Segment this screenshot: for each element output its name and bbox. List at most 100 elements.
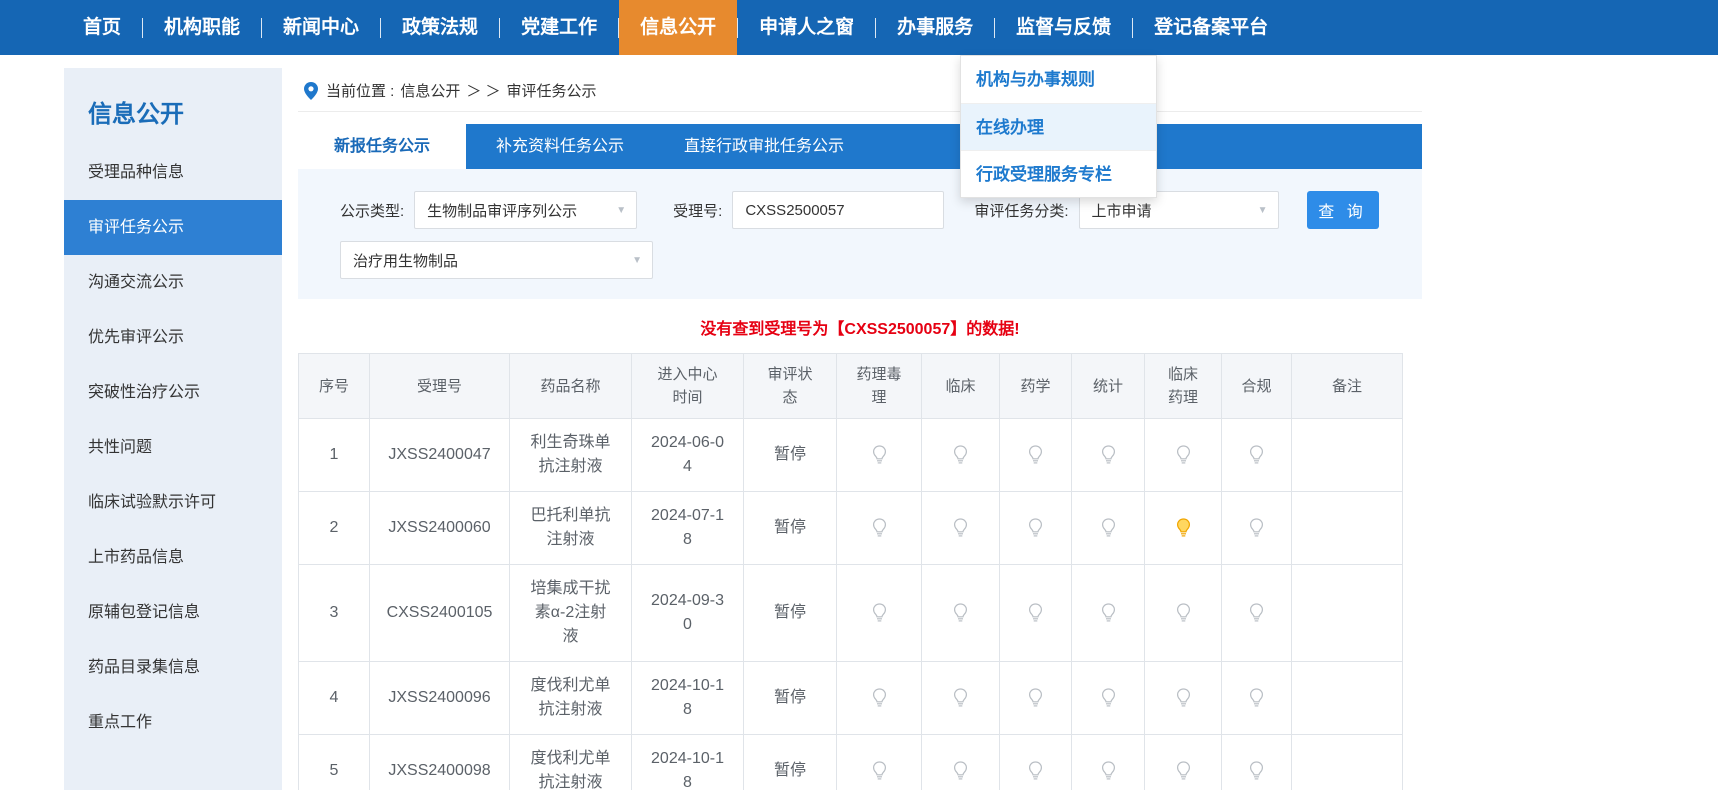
publicity-type-value: 生物制品审评序列公示 <box>427 202 578 220</box>
cell-entry-date: 2024-06-04 <box>631 418 744 492</box>
bulb-icon[interactable] <box>1176 759 1191 783</box>
acceptance-no-label: 受理号: <box>673 202 723 220</box>
dropdown-item-1[interactable]: 在线办理 <box>961 103 1156 150</box>
nav-item-4[interactable]: 党建工作 <box>500 0 618 55</box>
sidebar-item-4[interactable]: 突破性治疗公示 <box>64 365 282 420</box>
cell-drug-name: 度伐利尤单抗注射液 <box>509 661 632 735</box>
sidebar-item-6[interactable]: 临床试验默示许可 <box>64 475 282 530</box>
dropdown-item-2[interactable]: 行政受理服务专栏 <box>961 150 1156 197</box>
nav-item-1[interactable]: 机构职能 <box>143 0 261 55</box>
bulb-icon[interactable] <box>872 759 887 783</box>
bulb-icon[interactable] <box>953 601 968 625</box>
sidebar-item-1[interactable]: 审评任务公示 <box>64 200 282 255</box>
cell-index: 5 <box>298 734 370 790</box>
bulb-cell <box>1221 491 1292 565</box>
bulb-icon[interactable] <box>1249 759 1264 783</box>
tab-2[interactable]: 直接行政审批任务公示 <box>654 124 874 169</box>
bulb-icon[interactable] <box>1101 516 1116 540</box>
nav-item-9[interactable]: 登记备案平台 <box>1133 0 1289 55</box>
bulb-icon[interactable] <box>1028 601 1043 625</box>
acceptance-no-input[interactable] <box>732 191 945 229</box>
sidebar-item-2[interactable]: 沟通交流公示 <box>64 255 282 310</box>
bulb-icon[interactable] <box>953 686 968 710</box>
bulb-cell <box>921 661 1000 735</box>
bulb-icon[interactable] <box>1176 443 1191 467</box>
col-header-2: 药品名称 <box>509 353 632 419</box>
col-header-0: 序号 <box>298 353 370 419</box>
cell-index: 1 <box>298 418 370 492</box>
cell-acceptance-no: JXSS2400098 <box>369 734 510 790</box>
cell-index: 4 <box>298 661 370 735</box>
breadcrumb-section-link[interactable]: 信息公开 <box>400 80 460 101</box>
bulb-icon[interactable] <box>1176 601 1191 625</box>
col-header-10: 合规 <box>1221 353 1292 419</box>
bulb-cell <box>999 734 1072 790</box>
cell-status: 暂停 <box>743 661 837 735</box>
bulb-icon[interactable] <box>1101 686 1116 710</box>
bulb-icon[interactable] <box>1101 443 1116 467</box>
cell-status: 暂停 <box>743 734 837 790</box>
bulb-cell <box>1071 661 1145 735</box>
sidebar-item-9[interactable]: 药品目录集信息 <box>64 640 282 695</box>
bulb-icon[interactable] <box>953 759 968 783</box>
bulb-icon[interactable] <box>1249 443 1264 467</box>
bulb-icon[interactable] <box>1249 516 1264 540</box>
sidebar-item-8[interactable]: 原辅包登记信息 <box>64 585 282 640</box>
sidebar-title: 信息公开 <box>88 101 184 128</box>
bulb-cell <box>1144 564 1222 662</box>
col-header-11: 备注 <box>1291 353 1403 419</box>
col-header-3: 进入中心 时间 <box>631 353 744 419</box>
chevron-down-icon: ▼ <box>616 204 627 216</box>
sidebar-item-5[interactable]: 共性问题 <box>64 420 282 475</box>
bulb-cell <box>999 564 1072 662</box>
bulb-icon[interactable] <box>872 686 887 710</box>
location-pin-icon <box>304 81 318 100</box>
bulb-icon[interactable] <box>953 443 968 467</box>
sidebar-item-10[interactable]: 重点工作 <box>64 695 282 750</box>
bulb-icon[interactable] <box>1101 601 1116 625</box>
cell-entry-date: 2024-10-18 <box>631 734 744 790</box>
col-header-4: 审评状态 <box>743 353 837 419</box>
sidebar-item-0[interactable]: 受理品种信息 <box>64 145 282 200</box>
nav-item-3[interactable]: 政策法规 <box>381 0 499 55</box>
bulb-icon[interactable] <box>1249 601 1264 625</box>
cell-remark <box>1291 564 1403 662</box>
bulb-cell <box>1144 734 1222 790</box>
nav-item-6[interactable]: 申请人之窗 <box>738 0 875 55</box>
chevron-down-icon: ▼ <box>632 254 642 266</box>
table-row-4: 5 JXSS2400098 度伐利尤单抗注射液 2024-10-18 暂停 <box>298 734 1403 790</box>
bulb-icon[interactable] <box>872 516 887 540</box>
nav-item-2[interactable]: 新闻中心 <box>262 0 380 55</box>
tab-1[interactable]: 补充资料任务公示 <box>466 124 654 169</box>
nav-item-5[interactable]: 信息公开 <box>619 0 738 55</box>
nav-item-7[interactable]: 办事服务 <box>876 0 994 55</box>
bulb-icon[interactable] <box>1028 443 1043 467</box>
search-button[interactable]: 查 询 <box>1306 191 1379 229</box>
top-nav: 首页 机构职能 新闻中心 政策法规 党建工作 信息公开 申请人之窗 办事服务 监督与反馈 登记备案… <box>0 0 1718 55</box>
bulb-icon[interactable] <box>1101 759 1116 783</box>
publicity-type-select[interactable]: 生物制品审评序列公示 ▼ <box>414 191 638 229</box>
bulb-icon[interactable] <box>1249 686 1264 710</box>
bulb-icon[interactable] <box>953 516 968 540</box>
bulb-icon[interactable] <box>872 443 887 467</box>
task-category-label: 审评任务分类: <box>974 202 1069 220</box>
sidebar-item-3[interactable]: 优先审评公示 <box>64 310 282 365</box>
bulb-icon[interactable] <box>1176 686 1191 710</box>
cell-status: 暂停 <box>743 491 837 565</box>
biologic-subtype-select[interactable]: 治疗用生物制品 ▼ <box>340 241 653 279</box>
bulb-cell <box>1071 418 1145 492</box>
nav-item-8[interactable]: 监督与反馈 <box>995 0 1132 55</box>
dropdown-item-0[interactable]: 机构与办事规则 <box>961 56 1156 103</box>
col-header-8: 统计 <box>1071 353 1145 419</box>
tab-bar: 新报任务公示 补充资料任务公示 直接行政审批任务公示 <box>298 124 1422 169</box>
nav-item-0[interactable]: 首页 <box>62 0 142 55</box>
tab-0[interactable]: 新报任务公示 <box>298 124 467 169</box>
bulb-icon[interactable] <box>872 601 887 625</box>
bulb-icon[interactable] <box>1028 686 1043 710</box>
sidebar-item-7[interactable]: 上市药品信息 <box>64 530 282 585</box>
cell-status: 暂停 <box>743 564 837 662</box>
cell-index: 3 <box>298 564 370 662</box>
bulb-icon[interactable] <box>1028 516 1043 540</box>
bulb-icon[interactable] <box>1028 759 1043 783</box>
bulb-icon[interactable] <box>1176 516 1191 540</box>
